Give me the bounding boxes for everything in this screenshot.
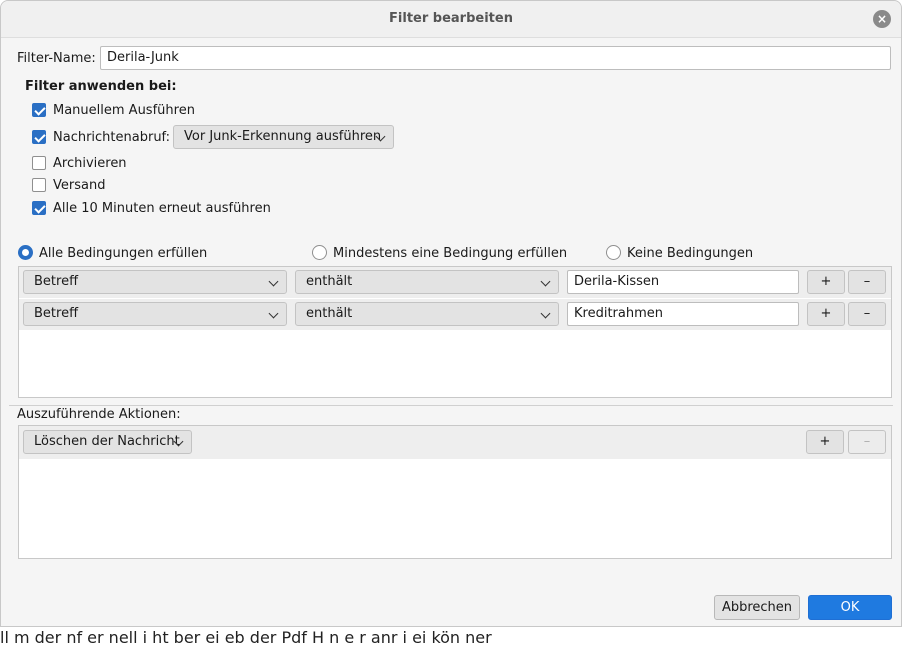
actions-label: Auszuführende Aktionen: — [17, 407, 181, 422]
condition-operator-dropdown[interactable]: enthält — [295, 302, 559, 326]
send-checkbox[interactable] — [32, 178, 46, 192]
filter-dialog: Filter bearbeiten × Filter-Name: Derila-… — [0, 0, 902, 627]
condition-operator-value: enthält — [306, 274, 353, 289]
remove-condition-button[interactable]: – — [848, 270, 886, 294]
ok-button[interactable]: OK — [808, 595, 892, 620]
periodic-label: Alle 10 Minuten erneut ausführen — [53, 201, 271, 216]
periodic-checkbox[interactable] — [32, 201, 46, 215]
close-icon[interactable]: × — [873, 10, 891, 28]
add-condition-button[interactable]: + — [807, 270, 845, 294]
match-none-radio[interactable] — [606, 245, 621, 260]
condition-value-input[interactable]: Derila-Kissen — [567, 270, 799, 294]
manual-run-checkbox[interactable] — [32, 103, 46, 117]
fetch-timing-dropdown[interactable]: Vor Junk-Erkennung ausführen — [173, 125, 394, 149]
chevron-down-icon — [268, 308, 279, 319]
remove-condition-button[interactable]: – — [848, 302, 886, 326]
section-divider — [9, 405, 893, 406]
remove-action-button[interactable]: – — [848, 430, 886, 454]
match-any-label: Mindestens eine Bedingung erfüllen — [333, 246, 568, 261]
condition-field-dropdown[interactable]: Betreff — [23, 302, 287, 326]
cancel-button[interactable]: Abbrechen — [714, 595, 800, 620]
add-action-button[interactable]: + — [806, 430, 844, 454]
fetch-label: Nachrichtenabruf: — [53, 130, 171, 145]
match-all-radio[interactable] — [18, 245, 33, 260]
condition-operator-value: enthält — [306, 306, 353, 321]
match-any-radio[interactable] — [312, 245, 327, 260]
title-bar: Filter bearbeiten × — [1, 1, 901, 38]
archive-label: Archivieren — [53, 156, 127, 171]
action-type-value: Löschen der Nachricht — [34, 434, 180, 449]
action-type-dropdown[interactable]: Löschen der Nachricht — [23, 430, 192, 454]
condition-field-value: Betreff — [34, 274, 79, 289]
manual-run-label: Manuellem Ausführen — [53, 103, 195, 118]
fetch-checkbox[interactable] — [32, 130, 46, 144]
send-label: Versand — [53, 178, 106, 193]
condition-field-value: Betreff — [34, 306, 79, 321]
match-none-label: Keine Bedingungen — [627, 246, 754, 261]
archive-checkbox[interactable] — [32, 156, 46, 170]
background-text: ll m der nf er nell i ht ber ei eb der P… — [0, 628, 492, 647]
chevron-down-icon — [540, 308, 551, 319]
dialog-title: Filter bearbeiten — [389, 11, 513, 26]
chevron-down-icon — [540, 276, 551, 287]
fetch-timing-value: Vor Junk-Erkennung ausführen — [184, 129, 382, 144]
condition-operator-dropdown[interactable]: enthält — [295, 270, 559, 294]
apply-heading: Filter anwenden bei: — [25, 79, 177, 94]
condition-field-dropdown[interactable]: Betreff — [23, 270, 287, 294]
filter-name-label: Filter-Name: — [17, 51, 96, 66]
match-all-label: Alle Bedingungen erfüllen — [39, 246, 208, 261]
condition-value-input[interactable]: Kreditrahmen — [567, 302, 799, 326]
filter-name-input[interactable]: Derila-Junk — [100, 46, 891, 70]
chevron-down-icon — [268, 276, 279, 287]
add-condition-button[interactable]: + — [807, 302, 845, 326]
